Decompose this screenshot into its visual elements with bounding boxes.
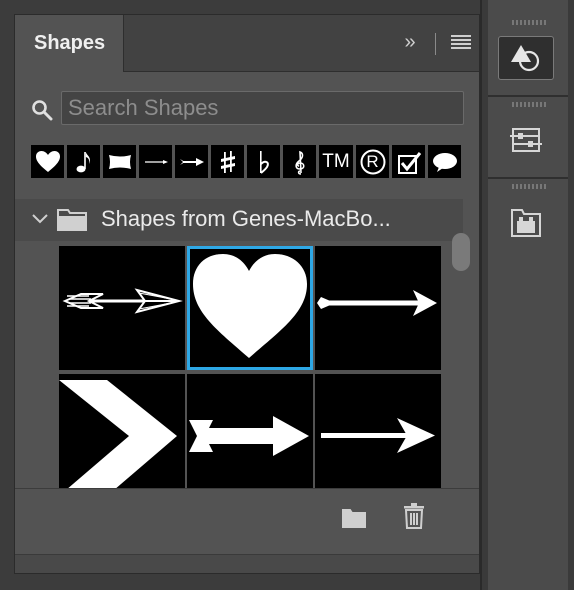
recent-shapes-row: TM R: [31, 145, 461, 179]
right-dock: [480, 0, 574, 590]
recent-treble-clef-icon[interactable]: [283, 145, 316, 178]
tab-label: Shapes: [34, 32, 106, 54]
trash-icon[interactable]: [403, 503, 425, 529]
search-icon: [32, 100, 53, 121]
recent-checkbox-icon[interactable]: [392, 145, 425, 178]
recent-flat-icon[interactable]: [247, 145, 280, 178]
recent-eighth-note-icon[interactable]: [67, 145, 100, 178]
dock-grip[interactable]: [512, 184, 546, 189]
recent-trademark-icon[interactable]: TM: [319, 145, 353, 178]
tab-shapes[interactable]: Shapes: [15, 15, 124, 72]
chevron-down-icon[interactable]: [31, 210, 49, 228]
shape-feathered-arrow[interactable]: [59, 246, 185, 370]
panel-menu-icon[interactable]: [451, 35, 471, 51]
search-row: [31, 91, 465, 127]
shapes-panel-icon[interactable]: [498, 36, 554, 80]
panel-tabbar: Shapes »: [15, 15, 479, 72]
tab-separator: [435, 33, 436, 55]
new-group-folder-icon[interactable]: [341, 507, 367, 529]
registered-text: R: [366, 151, 379, 171]
shapes-grid: [59, 246, 441, 500]
recent-tailed-arrow-icon[interactable]: [175, 145, 208, 178]
dock-grip[interactable]: [512, 102, 546, 107]
recent-banner-icon[interactable]: [103, 145, 136, 178]
shape-dart-arrow[interactable]: [315, 246, 441, 370]
properties-icon[interactable]: [498, 118, 554, 162]
shapes-panel: Shapes » Search Shapes TM R Shapes from …: [14, 14, 480, 574]
recent-speech-bubble-icon[interactable]: [428, 145, 461, 178]
dock-separator: [488, 177, 568, 179]
shape-group-header[interactable]: Shapes from Genes-MacBo...: [15, 199, 463, 241]
search-input[interactable]: [61, 91, 464, 125]
dock-column: [488, 0, 568, 590]
dock-separator: [488, 95, 568, 97]
panel-footer: [15, 488, 479, 555]
shape-block-arrow[interactable]: [187, 374, 313, 498]
recent-sharp-icon[interactable]: [211, 145, 244, 178]
recent-thin-arrow-icon[interactable]: [139, 145, 172, 178]
group-title: Shapes from Genes-MacBo...: [101, 206, 391, 231]
recent-registered-icon[interactable]: R: [356, 145, 389, 178]
panel-bottom-strip: [15, 554, 479, 573]
shape-line-arrow[interactable]: [315, 374, 441, 498]
shape-chevron[interactable]: [59, 374, 185, 498]
trademark-text: TM: [322, 150, 350, 172]
collapse-panel-icon[interactable]: »: [399, 31, 421, 53]
shape-heart[interactable]: [187, 246, 313, 370]
libraries-icon[interactable]: [498, 200, 554, 244]
scrollbar-thumb[interactable]: [452, 233, 470, 271]
dock-grip[interactable]: [512, 20, 546, 25]
folder-icon: [57, 209, 87, 231]
recent-heart-icon[interactable]: [31, 145, 64, 178]
